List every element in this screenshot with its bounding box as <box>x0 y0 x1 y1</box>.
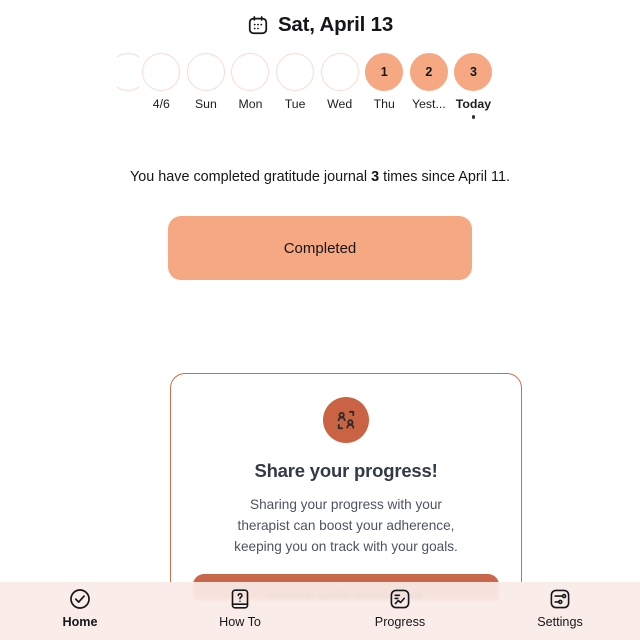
day-label: Thu <box>374 97 395 111</box>
completed-button[interactable]: Completed <box>168 216 472 280</box>
day-item-today[interactable]: 3 Today <box>451 53 496 119</box>
day-circle: 3 <box>454 53 492 91</box>
day-label: Mon <box>239 97 263 111</box>
summary-suffix: times since April 11. <box>379 169 510 185</box>
day-item-wed[interactable]: Wed <box>317 53 362 119</box>
sliders-square-icon <box>548 587 572 611</box>
day-item-46[interactable]: 4/6 <box>139 53 184 119</box>
day-item-thu[interactable]: 1 Thu <box>362 53 407 119</box>
day-circle <box>187 53 225 91</box>
day-circle <box>231 53 269 91</box>
nav-item-label: Progress <box>375 615 425 629</box>
day-circle <box>276 53 314 91</box>
day-strip[interactable]: 4/6 Sun Mon Tue Wed 1 Thu 2 Yest... 3 Today <box>0 53 640 125</box>
book-question-icon <box>228 587 252 611</box>
day-label: Wed <box>327 97 352 111</box>
nav-item-settings[interactable]: Settings <box>480 587 640 629</box>
bottom-navigation: Home How To Progress Settings <box>0 582 640 640</box>
calendar-icon <box>247 14 269 36</box>
chart-square-icon <box>388 587 412 611</box>
share-contacts-icon <box>323 397 369 443</box>
page-title: Sat, April 13 <box>278 13 393 37</box>
share-card-description: Sharing your progress with your therapis… <box>193 494 499 557</box>
day-label: Sun <box>195 97 217 111</box>
nav-item-label: How To <box>219 615 261 629</box>
today-indicator-dot <box>472 115 476 119</box>
share-desc-line-2: therapist can boost your adherence, <box>193 515 499 536</box>
nav-item-label: Settings <box>537 615 583 629</box>
day-item-sun[interactable]: Sun <box>184 53 229 119</box>
day-circle: 1 <box>365 53 403 91</box>
day-label: Today <box>456 97 491 111</box>
app-screen: Sat, April 13 4/6 Sun Mon Tue Wed 1 Thu 2 Yest..… <box>0 0 640 640</box>
share-progress-card: Share your progress! Sharing your progre… <box>170 373 522 600</box>
day-item-mon[interactable]: Mon <box>228 53 273 119</box>
nav-item-progress[interactable]: Progress <box>320 587 480 629</box>
nav-item-home[interactable]: Home <box>0 587 160 629</box>
summary-count: 3 <box>371 169 379 185</box>
nav-item-label: Home <box>63 615 98 629</box>
summary-prefix: You have completed gratitude journal <box>130 169 371 185</box>
day-label: Tue <box>285 97 306 111</box>
day-item-partial[interactable] <box>117 53 139 105</box>
day-circle <box>142 53 180 91</box>
share-desc-line-1: Sharing your progress with your <box>193 494 499 515</box>
share-card-title: Share your progress! <box>193 460 499 482</box>
day-circle <box>117 53 139 91</box>
primary-action-wrap: Completed <box>0 216 640 280</box>
check-circle-icon <box>68 587 92 611</box>
day-circle <box>321 53 359 91</box>
header: Sat, April 13 <box>0 0 640 37</box>
day-item-tue[interactable]: Tue <box>273 53 318 119</box>
day-label: 4/6 <box>153 97 170 111</box>
share-desc-line-3: keeping you on track with your goals. <box>193 536 499 557</box>
day-label: Yest... <box>412 97 446 111</box>
summary-text: You have completed gratitude journal 3 t… <box>0 169 640 185</box>
day-item-yest[interactable]: 2 Yest... <box>407 53 452 119</box>
day-circle: 2 <box>410 53 448 91</box>
nav-item-how-to[interactable]: How To <box>160 587 320 629</box>
